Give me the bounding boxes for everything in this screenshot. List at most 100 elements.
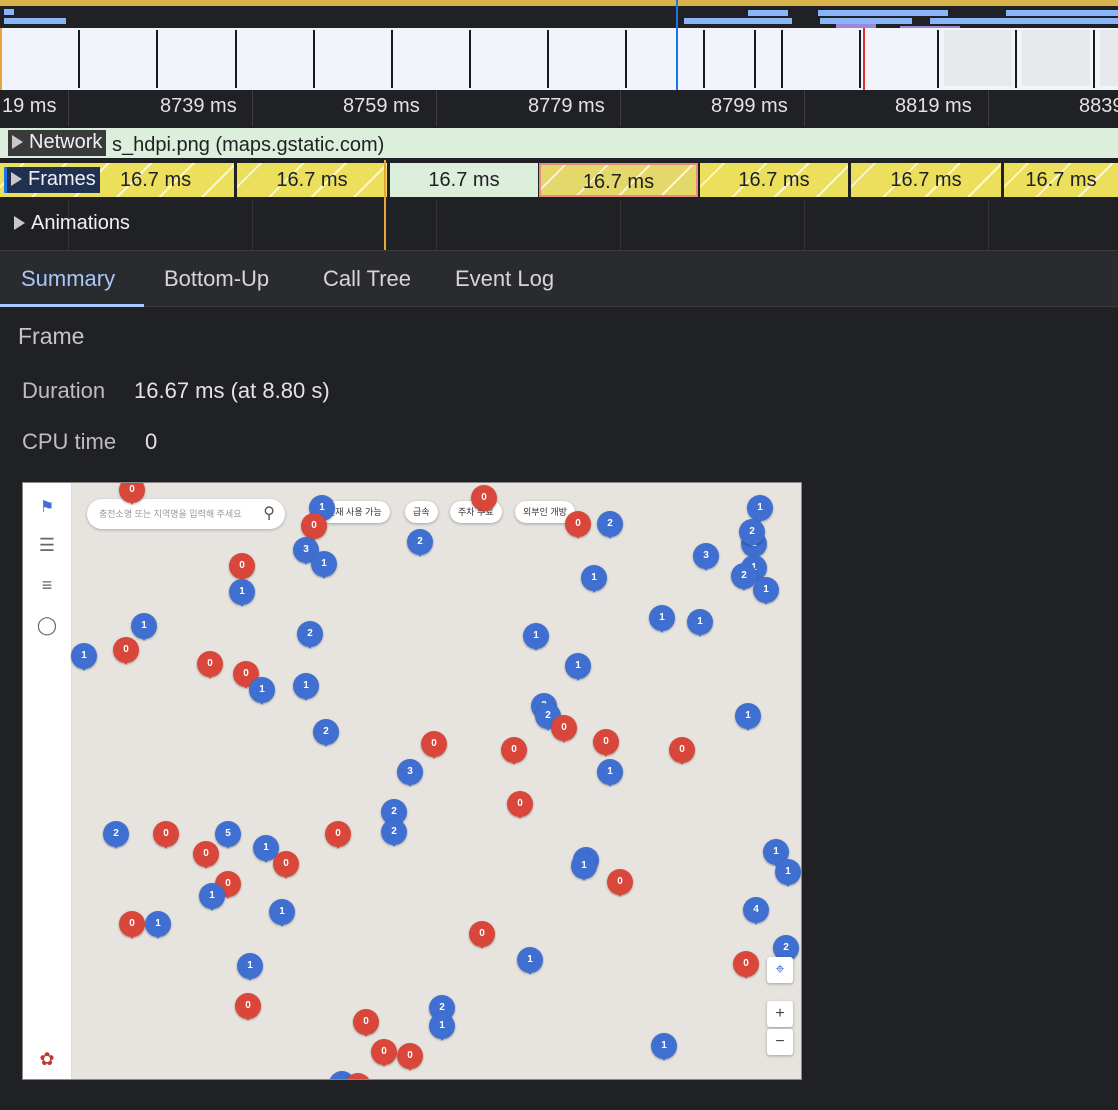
map-pin-unavailable: 0 <box>153 821 179 849</box>
frame-marker-line <box>384 200 386 250</box>
frames-track[interactable]: 16.7 ms 16.7 ms 16.7 ms 16.7 ms 16.7 ms … <box>0 160 1118 200</box>
ruler-tick <box>252 90 253 126</box>
map-pin-unavailable: 0 <box>397 1043 423 1071</box>
map-pin-unavailable: 0 <box>565 511 591 539</box>
map-pin-unavailable: 0 <box>113 637 139 665</box>
grid-line <box>620 200 621 250</box>
tab-summary[interactable]: Summary <box>21 251 115 306</box>
frame-bar-selected[interactable]: 16.7 ms <box>539 163 698 197</box>
map-pin-unavailable: 0 <box>301 513 327 541</box>
overview-activity-line <box>0 0 1118 6</box>
map-pin-unavailable: 0 <box>551 715 577 743</box>
map-pin-unavailable: 0 <box>197 651 223 679</box>
map-pin-unavailable: 0 <box>733 951 759 979</box>
tab-call-tree[interactable]: Call Tree <box>323 251 411 306</box>
overview-cursor-line <box>676 0 678 30</box>
timeline-overview[interactable] <box>0 0 1118 30</box>
overview-network-bar <box>4 18 66 24</box>
details-tabbar: Summary Bottom-Up Call Tree Event Log <box>0 251 1118 307</box>
cpu-time-value: 0 <box>145 429 158 454</box>
zoom-out-button: − <box>767 1029 793 1055</box>
ruler-tick <box>620 90 621 126</box>
animations-track-toggle[interactable]: Animations <box>14 212 130 235</box>
map-pin-available: 2 <box>297 621 323 649</box>
locate-icon: ⌖ <box>767 957 793 983</box>
time-ruler[interactable]: 19 ms 8739 ms 8759 ms 8779 ms 8799 ms 88… <box>0 90 1118 127</box>
frame-bar[interactable]: 16.7 ms <box>1004 163 1118 197</box>
frame-duration: 16.7 ms <box>738 169 810 191</box>
map-pin-available: 1 <box>565 653 591 681</box>
map-pin-unavailable: 0 <box>421 731 447 759</box>
frame-bar[interactable]: 16.7 ms <box>700 163 848 197</box>
animations-track[interactable]: Animations <box>0 200 1118 251</box>
filmstrip-thumbnail[interactable] <box>1100 30 1118 86</box>
map-pin-available: 4 <box>743 897 769 925</box>
map-pin-available: 3 <box>397 759 423 787</box>
filmstrip-divider <box>547 30 549 88</box>
map-pin-available: 1 <box>747 495 773 523</box>
ruler-tick <box>68 90 69 126</box>
menu-icon: ☰ <box>38 535 56 555</box>
map-search-placeholder: 충전소명 또는 지역명을 입력해 주세요 <box>99 509 242 519</box>
map-pin-unavailable: 0 <box>235 993 261 1021</box>
frame-bar[interactable]: 16.7 ms <box>237 163 387 197</box>
network-request-bar[interactable]: s_hdpi.png (maps.gstatic.com) <box>0 128 1118 158</box>
filmstrip-divider <box>156 30 158 88</box>
frames-track-toggle[interactable]: Frames <box>4 167 100 193</box>
filmstrip-thumbnail[interactable] <box>944 30 1012 86</box>
profile-icon: ◯ <box>36 615 58 635</box>
ruler-label: 8779 ms <box>528 95 605 117</box>
map-pin-available: 5 <box>215 821 241 849</box>
summary-title: Frame <box>18 323 85 349</box>
map-search-input: 충전소명 또는 지역명을 입력해 주세요 ⚲ <box>87 499 285 529</box>
filmstrip-divider <box>469 30 471 88</box>
ruler-label: 8739 ms <box>160 95 237 117</box>
frame-bar[interactable]: 16.7 ms <box>390 163 538 197</box>
duration-value: 16.67 ms (at 8.80 s) <box>134 378 330 403</box>
ruler-tick <box>436 90 437 126</box>
map-pin-available: 1 <box>229 579 255 607</box>
grid-line <box>804 200 805 250</box>
map-pin-available: 1 <box>269 899 295 927</box>
map-pin-unavailable: 0 <box>469 921 495 949</box>
overview-network-bar <box>930 18 1118 24</box>
filmstrip-divider <box>754 30 756 88</box>
map-pin-available: 1 <box>311 551 337 579</box>
filmstrip-thumbnail[interactable] <box>1022 30 1090 86</box>
grid-line <box>988 200 989 250</box>
search-icon: ⚲ <box>263 505 275 522</box>
filmstrip-divider <box>625 30 627 88</box>
duration-label: Duration <box>22 378 106 403</box>
map-pin-available: 1 <box>571 853 597 881</box>
overview-network-bar <box>818 10 948 16</box>
filmstrip-divider <box>391 30 393 88</box>
overview-network-bar <box>684 18 792 24</box>
screenshot-filmstrip[interactable] <box>0 28 1118 91</box>
network-track[interactable]: s_hdpi.png (maps.gstatic.com) Network <box>0 126 1118 160</box>
grid-line <box>436 200 437 250</box>
filmstrip-edge-line <box>0 28 2 90</box>
logo-icon: ⚑ <box>39 499 55 516</box>
ruler-label: 19 ms <box>2 95 57 117</box>
filmstrip-divider <box>235 30 237 88</box>
frame-duration: 16.7 ms <box>428 169 500 191</box>
map-pin-unavailable: 0 <box>593 729 619 757</box>
map-pin-available: 1 <box>237 953 263 981</box>
tab-bottom-up[interactable]: Bottom-Up <box>164 251 269 306</box>
map-pin-available: 1 <box>597 759 623 787</box>
map-pin-unavailable: 0 <box>119 911 145 939</box>
frame-duration: 16.7 ms <box>1025 169 1097 191</box>
network-track-label: Network <box>29 131 103 153</box>
filmstrip-cursor-line <box>676 28 678 90</box>
map-pin-unavailable: 0 <box>325 821 351 849</box>
filmstrip-divider <box>313 30 315 88</box>
map-pin-available: 1 <box>199 883 225 911</box>
map-pin-unavailable: 0 <box>607 869 633 897</box>
map-pin-available: 2 <box>103 821 129 849</box>
frame-duration: 16.7 ms <box>276 169 348 191</box>
network-track-toggle[interactable]: Network <box>8 130 107 156</box>
frame-bar[interactable]: 16.7 ms <box>851 163 1001 197</box>
sliders-icon: ≡ <box>41 575 53 595</box>
filmstrip-divider <box>781 30 783 88</box>
tab-event-log[interactable]: Event Log <box>455 251 554 306</box>
